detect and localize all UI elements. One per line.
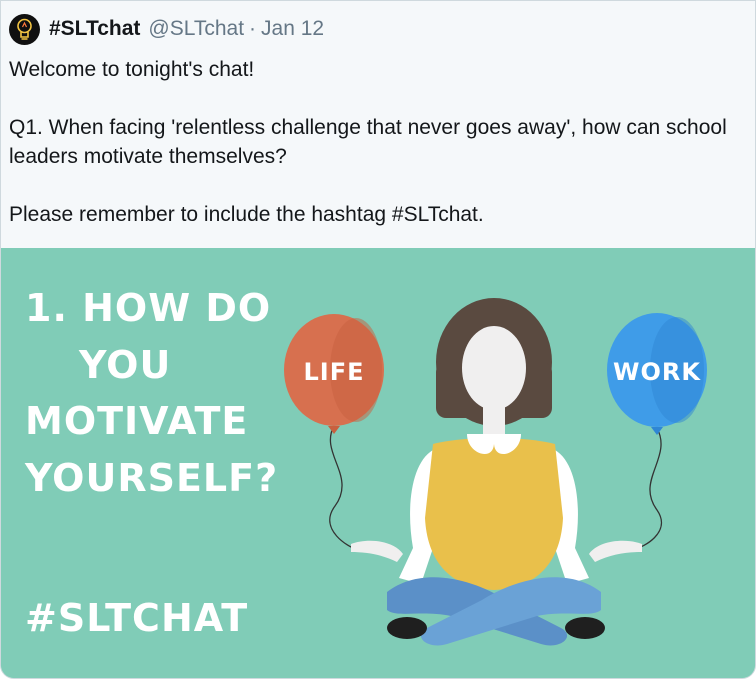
user-handle[interactable]: @SLTchat bbox=[148, 17, 244, 41]
balloon-label-work: WORK bbox=[613, 358, 701, 386]
display-name[interactable]: #SLTchat bbox=[49, 17, 140, 41]
tweet-text: Welcome to tonight's chat! Q1. When faci… bbox=[9, 55, 739, 229]
poster-hashtag: #SLTCHAT bbox=[25, 596, 248, 640]
headline-line-3: MOTIVATE bbox=[25, 399, 248, 443]
tweet-card[interactable]: #SLTchat @SLTchat · Jan 12 Welcome to to… bbox=[0, 0, 756, 679]
tweet-image[interactable]: 1. HOW DO YOU MOTIVATE YOURSELF? #SLTCHA… bbox=[1, 248, 755, 678]
headline-line-4: YOURSELF? bbox=[24, 456, 278, 500]
balloon-label-life: LIFE bbox=[303, 358, 364, 386]
separator-dot: · bbox=[249, 17, 257, 40]
headline-line-1: 1. HOW DO bbox=[25, 286, 271, 330]
tweet-line: Q1. When facing 'relentless challenge th… bbox=[9, 116, 727, 168]
tweet-date[interactable]: Jan 12 bbox=[261, 17, 324, 41]
avatar[interactable] bbox=[9, 13, 40, 45]
tweet-line: Welcome to tonight's chat! bbox=[9, 58, 255, 81]
headline-line-2: YOU bbox=[78, 343, 171, 387]
tweet-line: Please remember to include the hashtag #… bbox=[9, 203, 484, 226]
tweet-header: #SLTchat @SLTchat · Jan 12 bbox=[9, 13, 324, 45]
lightbulb-icon bbox=[17, 18, 32, 40]
poster-illustration: 1. HOW DO YOU MOTIVATE YOURSELF? #SLTCHA… bbox=[1, 248, 755, 678]
